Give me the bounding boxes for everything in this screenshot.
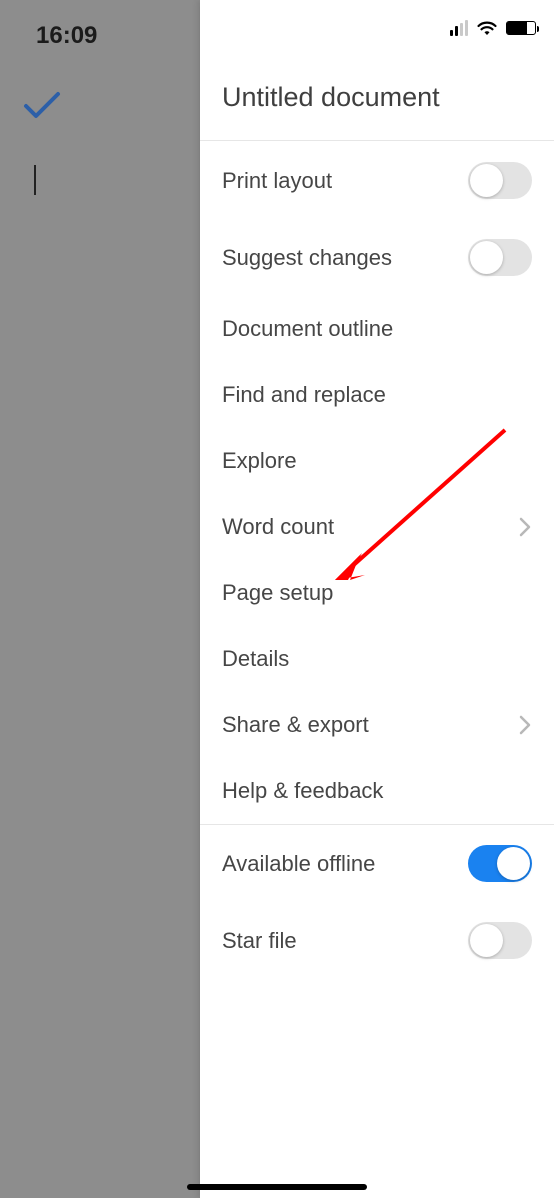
toggle-available-offline[interactable] [468,845,532,882]
menu-item-page-setup[interactable]: Page setup [200,560,554,626]
menu-item-find-replace[interactable]: Find and replace [200,362,554,428]
menu-label: Star file [222,928,468,954]
status-bar-right [450,20,536,36]
chevron-right-icon [518,714,532,736]
cellular-signal-icon [450,20,468,36]
status-time: 16:09 [36,22,97,50]
divider [200,140,554,141]
screen: 16:09 Untitled document Print layout [0,0,554,1198]
menu-label: Help & feedback [222,778,532,804]
menu-item-word-count[interactable]: Word count [200,494,554,560]
menu-label: Word count [222,514,518,540]
menu-label: Available offline [222,851,468,877]
menu-label: Explore [222,448,532,474]
checkmark-icon [22,90,62,122]
text-cursor [34,165,36,195]
panel-title: Untitled document [222,82,532,141]
wifi-icon [476,20,498,36]
menu-item-document-outline[interactable]: Document outline [200,296,554,362]
background-dim[interactable]: 16:09 [0,0,200,1198]
menu-item-details[interactable]: Details [200,626,554,692]
menu-label: Document outline [222,316,532,342]
menu-item-available-offline[interactable]: Available offline [200,825,554,902]
menu-item-star-file[interactable]: Star file [200,902,554,979]
menu-list: Print layout Suggest changes Document ou… [200,142,554,979]
menu-item-help-feedback[interactable]: Help & feedback [200,758,554,824]
menu-label: Print layout [222,168,468,194]
home-indicator[interactable] [187,1184,367,1190]
toggle-print-layout[interactable] [468,162,532,199]
menu-item-explore[interactable]: Explore [200,428,554,494]
menu-item-print-layout[interactable]: Print layout [200,142,554,219]
chevron-right-icon [518,516,532,538]
toggle-suggest-changes[interactable] [468,239,532,276]
menu-label: Share & export [222,712,518,738]
battery-icon [506,21,536,35]
options-panel: Untitled document Print layout Suggest c… [200,0,554,1198]
toggle-star-file[interactable] [468,922,532,959]
menu-label: Find and replace [222,382,532,408]
menu-item-share-export[interactable]: Share & export [200,692,554,758]
menu-label: Page setup [222,580,532,606]
menu-item-suggest-changes[interactable]: Suggest changes [200,219,554,296]
menu-label: Details [222,646,532,672]
menu-label: Suggest changes [222,245,468,271]
